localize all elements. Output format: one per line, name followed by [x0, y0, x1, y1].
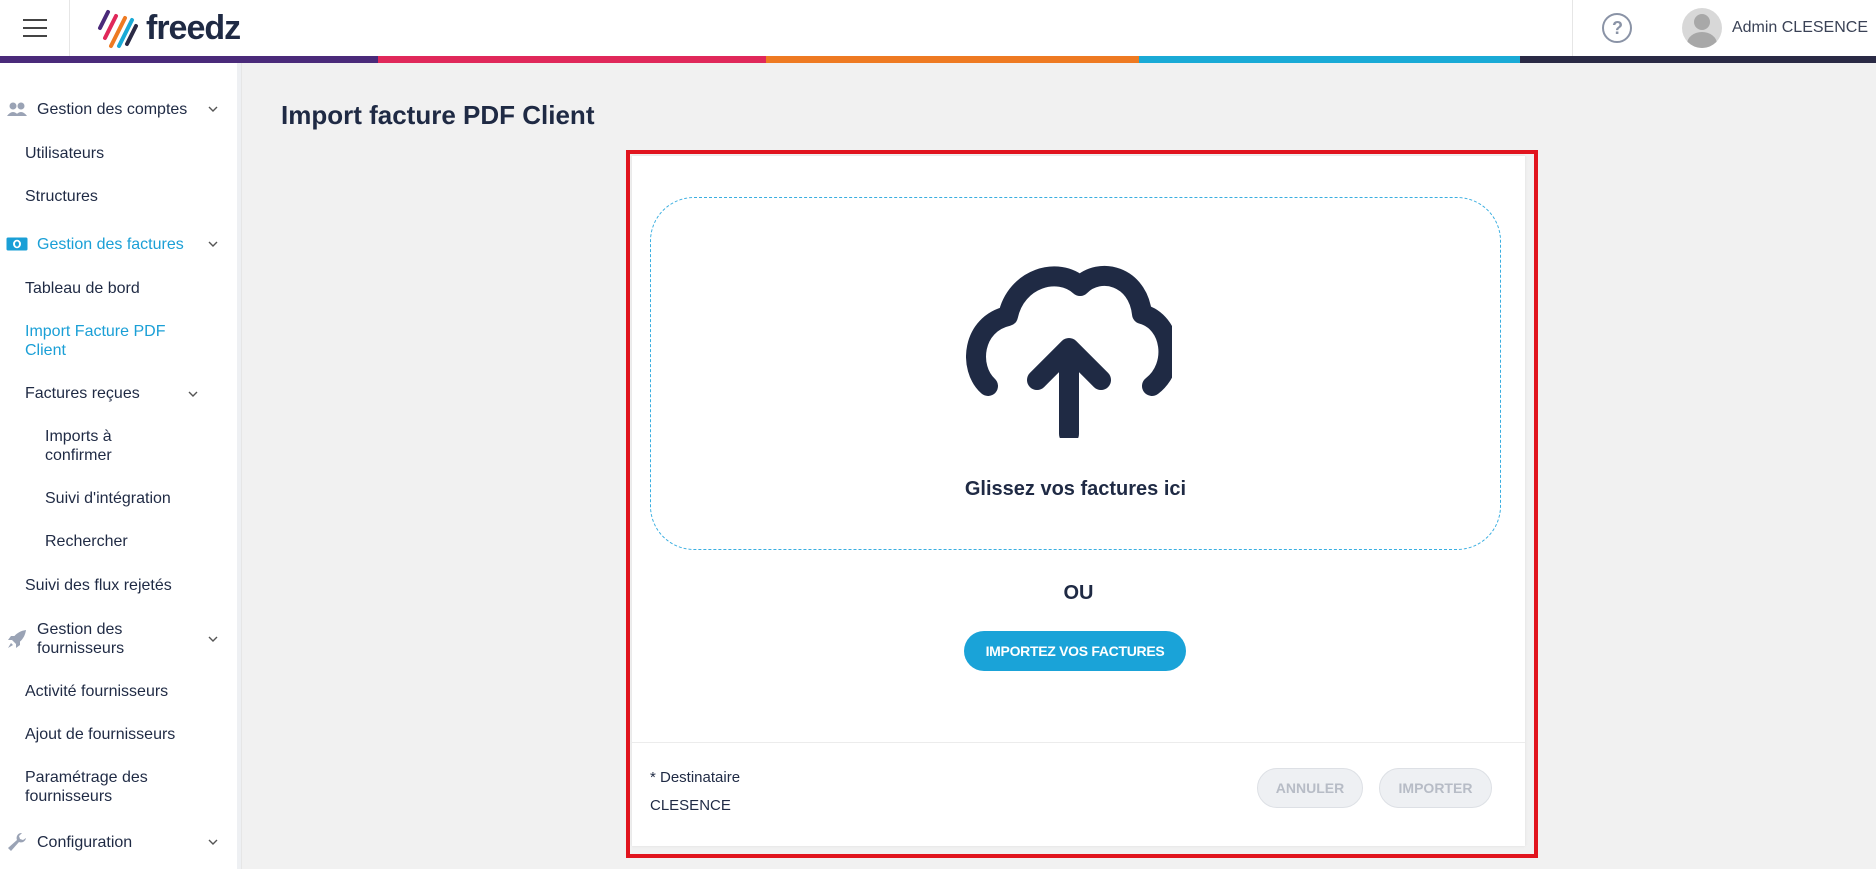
sidebar-section-suppliers[interactable]: Gestion des fournisseurs	[0, 618, 238, 660]
chevron-down-icon	[208, 106, 218, 112]
menu-toggle-button[interactable]	[0, 0, 70, 56]
file-dropzone[interactable]: Glissez vos factures ici	[650, 197, 1501, 550]
sidebar-section-invoices[interactable]: Gestion des factures	[0, 233, 238, 255]
sidebar-section-label: Gestion des fournisseurs	[37, 621, 125, 657]
hamburger-icon	[22, 16, 47, 40]
chevron-down-icon	[208, 241, 218, 247]
cancel-button[interactable]: ANNULER	[1257, 768, 1363, 808]
recipient-value: CLESENCE	[650, 797, 731, 814]
sidebar-item-imports-to-confirm[interactable]: Imports à confirmer	[45, 427, 165, 465]
sidebar-item-import-invoice[interactable]: Import Facture PDF Client	[25, 322, 195, 360]
chevron-down-icon[interactable]	[188, 389, 198, 399]
sidebar-item-dashboard[interactable]: Tableau de bord	[25, 279, 140, 298]
sidebar-section-configuration[interactable]: Configuration	[0, 831, 238, 853]
avatar	[1681, 8, 1722, 48]
sidebar-item-search[interactable]: Rechercher	[45, 532, 128, 551]
help-icon[interactable]: ?	[1602, 13, 1633, 43]
sidebar-item-rejected-flows[interactable]: Suivi des flux rejetés	[25, 576, 172, 595]
page-title: Import facture PDF Client	[281, 100, 595, 130]
sidebar-item-structures[interactable]: Structures	[25, 187, 98, 206]
user-name: Admin CLESENCE	[1731, 19, 1868, 36]
dropzone-text: Glissez vos factures ici	[964, 478, 1187, 500]
import-button[interactable]: IMPORTER	[1379, 768, 1492, 808]
sidebar-section-label: Gestion des comptes	[37, 100, 188, 118]
logo-icon	[98, 10, 138, 48]
sidebar: Gestion des comptes Utilisateurs Structu…	[0, 63, 242, 869]
import-invoices-button[interactable]: IMPORTEZ VOS FACTURES	[964, 631, 1186, 671]
top-header: freedz ? Admin CLESENCE	[0, 0, 1876, 56]
or-separator: OU	[1063, 582, 1094, 604]
sidebar-section-label: Configuration	[37, 833, 133, 851]
sidebar-item-received-invoices[interactable]: Factures reçues	[25, 384, 140, 403]
banknote-icon	[6, 235, 28, 253]
user-menu[interactable]: Admin CLESENCE	[1662, 0, 1876, 56]
sidebar-item-integration-tracking[interactable]: Suivi d'intégration	[45, 489, 171, 508]
chevron-down-icon	[208, 839, 218, 845]
wrench-icon	[6, 833, 28, 851]
sidebar-scrollbar[interactable]	[237, 63, 241, 869]
sidebar-item-supplier-activity[interactable]: Activité fournisseurs	[25, 682, 168, 701]
users-icon	[6, 100, 28, 118]
app-logo[interactable]: freedz	[96, 6, 241, 50]
chevron-down-icon	[208, 636, 218, 642]
import-card: Glissez vos factures ici OU IMPORTEZ VOS…	[632, 156, 1525, 846]
brand-color-band	[0, 56, 1876, 63]
sidebar-item-supplier-settings[interactable]: Paramétrage des fournisseurs	[25, 768, 175, 806]
sidebar-section-accounts[interactable]: Gestion des comptes	[0, 98, 238, 120]
sidebar-section-label: Gestion des factures	[37, 235, 184, 253]
cloud-upload-icon	[966, 265, 1172, 438]
rocket-icon	[6, 630, 28, 648]
logo-text: freedz	[146, 8, 241, 47]
recipient-label: * Destinataire	[650, 769, 741, 786]
sidebar-item-add-suppliers[interactable]: Ajout de fournisseurs	[25, 725, 175, 744]
divider	[632, 742, 1525, 743]
sidebar-item-users[interactable]: Utilisateurs	[25, 144, 104, 163]
